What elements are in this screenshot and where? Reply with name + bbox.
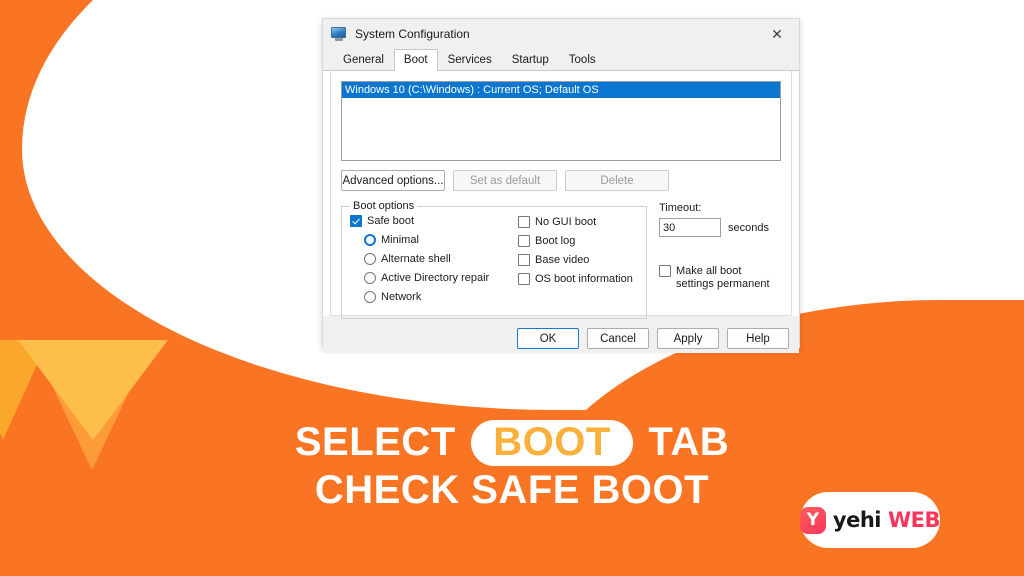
dialog-titlebar: System Configuration ✕	[323, 19, 799, 49]
caption-line1-post: TAB	[648, 420, 730, 464]
cancel-button[interactable]: Cancel	[587, 328, 649, 349]
network-radio[interactable]	[364, 291, 376, 303]
delete-button: Delete	[565, 170, 669, 191]
alternate-shell-radio[interactable]	[364, 253, 376, 265]
make-permanent-label: Make all boot settings permanent	[676, 265, 770, 290]
tab-tools[interactable]: Tools	[559, 49, 606, 70]
boot-options-area: Boot options Safe boot Minimal Alternate…	[341, 200, 781, 319]
os-boot-information-row[interactable]: OS boot information	[518, 273, 638, 286]
boot-log-checkbox[interactable]	[518, 235, 530, 247]
dialog-title: System Configuration	[355, 27, 470, 41]
minimal-radio-row[interactable]: Minimal	[364, 234, 518, 247]
dialog-footer: OK Cancel Apply Help	[323, 316, 799, 353]
minimal-radio[interactable]	[364, 234, 376, 246]
tab-boot[interactable]: Boot	[393, 49, 438, 71]
yehiweb-logo: Y yehi WEB	[800, 492, 941, 548]
alternate-shell-label: Alternate shell	[381, 253, 451, 265]
computer-monitor-icon	[331, 27, 347, 41]
yehiweb-name-dark: yehi	[832, 508, 882, 532]
tab-startup[interactable]: Startup	[502, 49, 559, 70]
set-as-default-button: Set as default	[453, 170, 557, 191]
yehiweb-name-accent: WEB	[887, 508, 941, 532]
boot-options-legend: Boot options	[353, 200, 415, 212]
tab-services[interactable]: Services	[438, 49, 502, 70]
timeout-area: Timeout: seconds Make all boot settings …	[647, 200, 781, 319]
boot-log-label: Boot log	[535, 235, 576, 247]
advanced-options-button[interactable]: Advanced options...	[341, 170, 445, 191]
caption-boot-pill: BOOT	[471, 420, 633, 466]
safe-boot-label: Safe boot	[367, 215, 415, 227]
yehiweb-mark-glyph: Y	[806, 509, 820, 530]
list-item[interactable]: Windows 10 (C:\Windows) : Current OS; De…	[342, 82, 780, 98]
close-icon[interactable]: ✕	[755, 20, 799, 49]
ok-button[interactable]: OK	[517, 328, 579, 349]
safe-boot-checkbox-row[interactable]: Safe boot	[350, 215, 518, 228]
active-directory-repair-radio-row[interactable]: Active Directory repair	[364, 272, 518, 285]
network-radio-row[interactable]: Network	[364, 291, 518, 304]
no-gui-boot-row[interactable]: No GUI boot	[518, 216, 638, 229]
boot-entry-actions: Advanced options... Set as default Delet…	[341, 170, 781, 191]
apply-button[interactable]: Apply	[657, 328, 719, 349]
make-permanent-checkbox[interactable]	[659, 265, 671, 277]
os-boot-information-label: OS boot information	[535, 273, 633, 285]
active-directory-repair-radio[interactable]	[364, 272, 376, 284]
no-gui-boot-label: No GUI boot	[535, 216, 597, 228]
tab-strip: General Boot Services Startup Tools	[323, 49, 799, 71]
boot-tab-panel: Windows 10 (C:\Windows) : Current OS; De…	[323, 71, 799, 319]
active-directory-repair-label: Active Directory repair	[381, 272, 490, 284]
base-video-row[interactable]: Base video	[518, 254, 638, 267]
boot-options-group: Boot options Safe boot Minimal Alternate…	[341, 200, 647, 319]
minimal-label: Minimal	[381, 234, 419, 246]
timeout-unit-label: seconds	[728, 221, 769, 234]
base-video-label: Base video	[535, 254, 590, 266]
system-configuration-dialog: System Configuration ✕ General Boot Serv…	[322, 18, 800, 353]
yehiweb-mark-icon: Y	[800, 506, 826, 534]
help-button[interactable]: Help	[727, 328, 789, 349]
os-boot-information-checkbox[interactable]	[518, 273, 530, 285]
caption-line1-pre: SELECT	[294, 420, 456, 464]
alternate-shell-radio-row[interactable]: Alternate shell	[364, 253, 518, 266]
timeout-input[interactable]	[659, 218, 721, 237]
base-video-checkbox[interactable]	[518, 254, 530, 266]
os-entries-listbox[interactable]: Windows 10 (C:\Windows) : Current OS; De…	[341, 81, 781, 161]
no-gui-boot-checkbox[interactable]	[518, 216, 530, 228]
tab-general[interactable]: General	[333, 49, 394, 70]
safe-boot-checkbox[interactable]	[350, 215, 362, 227]
caption-line-1: SELECT BOOT TAB	[0, 418, 1024, 466]
timeout-label: Timeout:	[659, 202, 702, 214]
boot-log-row[interactable]: Boot log	[518, 235, 638, 248]
screenshot-canvas: System Configuration ✕ General Boot Serv…	[0, 0, 1024, 576]
network-label: Network	[381, 291, 422, 303]
make-permanent-row[interactable]: Make all boot settings permanent	[659, 265, 781, 291]
